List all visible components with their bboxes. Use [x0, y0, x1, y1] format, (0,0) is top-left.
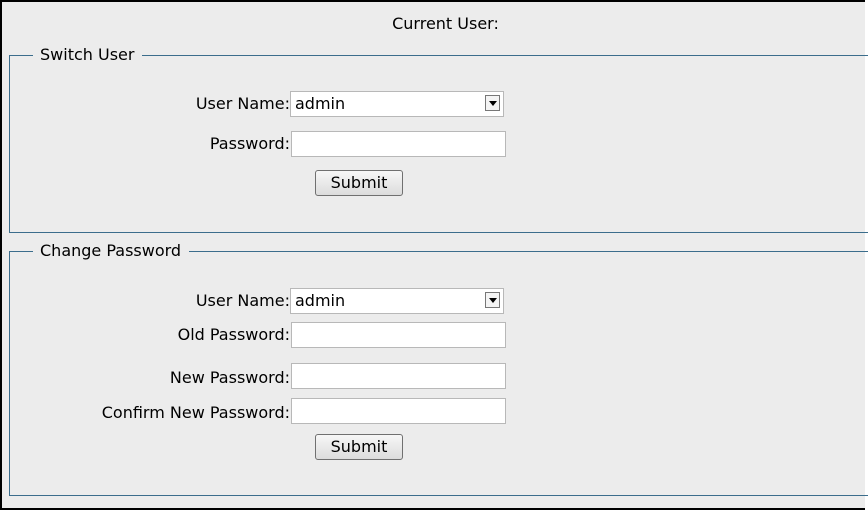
account-panel: Current User: Switch User User Name: adm… [0, 0, 868, 510]
change-password-legend: Change Password [33, 240, 190, 262]
change-username-label: User Name: [195, 291, 290, 310]
new-password-label: New Password: [169, 368, 290, 387]
dropdown-arrow-icon[interactable] [485, 95, 500, 111]
change-password-group: Change Password User Name: admin Old Pas… [9, 240, 868, 496]
dropdown-arrow-icon[interactable] [485, 292, 500, 308]
switch-password-label: Password: [209, 134, 290, 153]
current-user-line: Current User: [2, 14, 865, 33]
old-password-input[interactable] [291, 322, 506, 348]
change-username-value: admin [295, 291, 346, 310]
change-username-select[interactable]: admin [290, 288, 504, 314]
switch-username-value: admin [295, 94, 346, 113]
current-user-label: Current User: [392, 14, 499, 33]
switch-username-label: User Name: [195, 94, 290, 113]
switch-user-group: Switch User User Name: admin Password: S… [9, 44, 868, 233]
switch-username-select[interactable]: admin [290, 91, 504, 117]
change-submit-button[interactable]: Submit [315, 434, 403, 460]
confirm-password-label: Confirm New Password: [101, 403, 290, 422]
old-password-label: Old Password: [177, 325, 290, 344]
confirm-password-input[interactable] [291, 398, 506, 424]
switch-user-legend: Switch User [33, 44, 143, 66]
switch-submit-button[interactable]: Submit [315, 170, 403, 196]
switch-password-input[interactable] [291, 131, 506, 157]
new-password-input[interactable] [291, 363, 506, 389]
